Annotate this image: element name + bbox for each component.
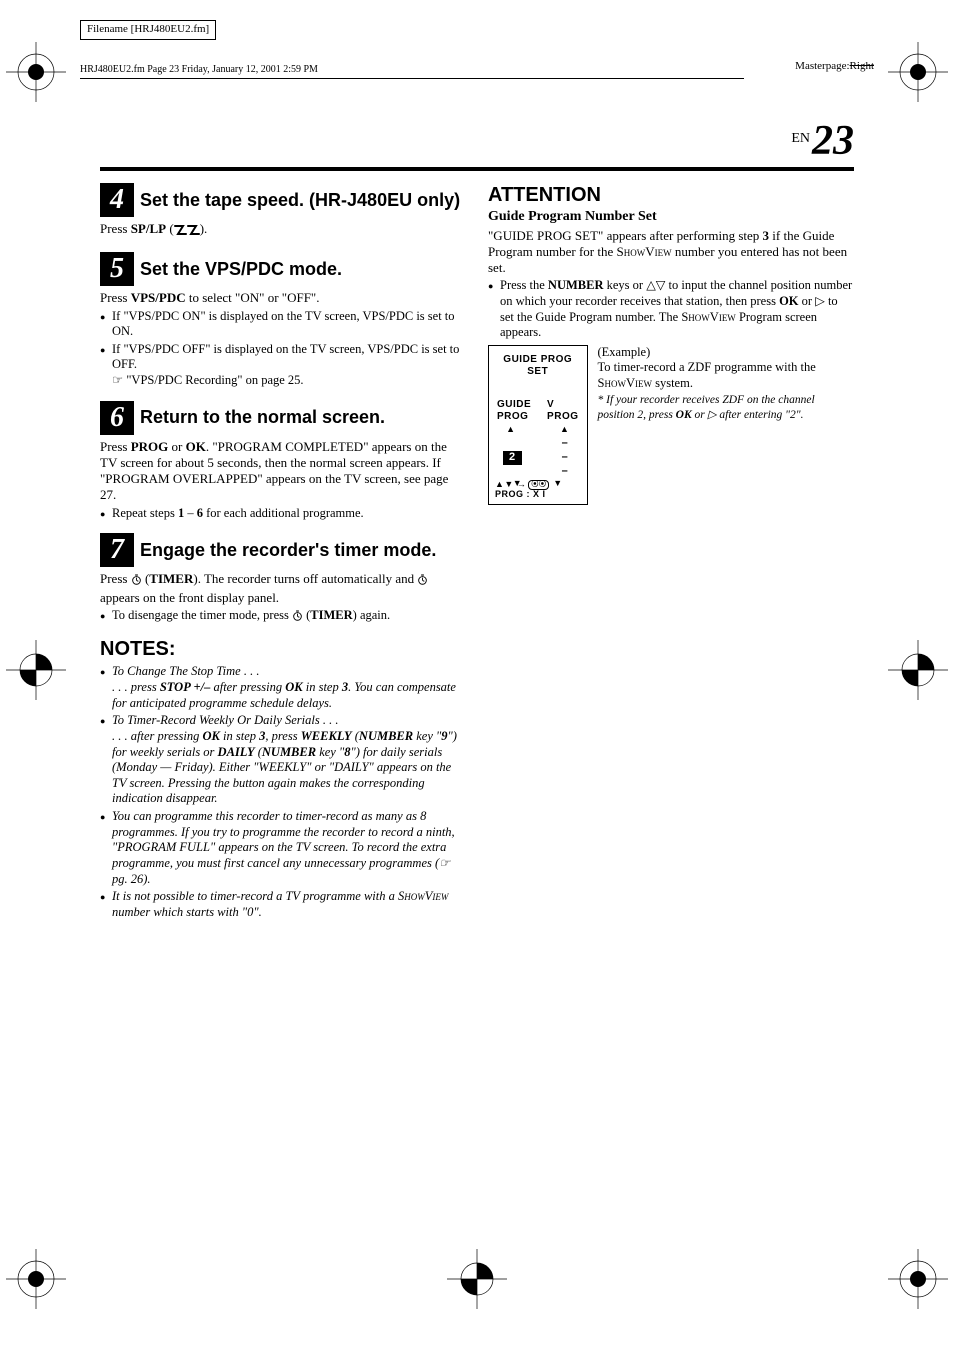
crop-mark-icon (6, 42, 66, 102)
masterpage-label: Masterpage:Right (795, 60, 874, 74)
timer-icon (417, 573, 428, 589)
list-item: If "VPS/PDC OFF" is displayed on the TV … (100, 342, 466, 389)
example-text: (Example) To timer-record a ZDF programm… (598, 345, 855, 423)
page-number-value: 23 (812, 118, 854, 164)
list-item: To Timer-Record Weekly Or Daily Serials … (100, 713, 466, 807)
crop-mark-icon (888, 42, 948, 102)
step-5: 5 Set the VPS/PDC mode. Press VPS/PDC to… (100, 252, 466, 388)
osd-arrow-icon: ▼ (553, 478, 562, 489)
step-number-badge: 7 (100, 533, 134, 567)
page-lang-label: EN (791, 131, 810, 146)
right-column: ATTENTION Guide Program Number Set "GUID… (488, 183, 854, 922)
list-item: Repeat steps 1 – 6 for each additional p… (100, 506, 466, 522)
page-number: EN23 (791, 115, 854, 168)
step-body: Press (TIMER). The recorder turns off au… (100, 571, 466, 606)
osd-footer: ▲▼ → ⦿⦿ PROG : X I (495, 480, 549, 500)
crop-mark-icon (6, 640, 66, 700)
list-item: To Change The Stop Time . . . . . . pres… (100, 664, 466, 711)
sp-lp-icon (174, 224, 200, 240)
step-title: Set the VPS/PDC mode. (140, 260, 342, 279)
timer-icon (292, 610, 303, 626)
attention-subheading: Guide Program Number Set (488, 208, 854, 226)
left-column: 4 Set the tape speed. (HR-J480EU only) P… (100, 183, 466, 922)
step-4: 4 Set the tape speed. (HR-J480EU only) P… (100, 183, 466, 240)
list-item: It is not possible to timer-record a TV … (100, 889, 466, 920)
masterpage-key: Masterpage: (795, 60, 849, 72)
right-triangle-icon: ▷ (708, 409, 717, 421)
notes-heading: NOTES: (100, 637, 466, 662)
list-item: You can programme this recorder to timer… (100, 809, 466, 887)
crop-mark-icon (447, 1249, 507, 1309)
list-item: If "VPS/PDC ON" is displayed on the TV s… (100, 309, 466, 340)
step-6: 6 Return to the normal screen. Press PRO… (100, 401, 466, 522)
list-item: To disengage the timer mode, press (TIME… (100, 608, 466, 626)
timer-icon (131, 573, 142, 589)
osd-screen: GUIDE PROG SET GUIDE PROG V PROG ▲ ▲ 2 – … (488, 345, 588, 505)
step-title: Engage the recorder's timer mode. (140, 541, 436, 560)
crop-mark-icon (888, 1249, 948, 1309)
osd-selected-value: 2 (503, 451, 522, 465)
step-number-badge: 6 (100, 401, 134, 435)
step-body: Press VPS/PDC to select "ON" or "OFF". (100, 290, 466, 306)
step-title: Set the tape speed. (HR-J480EU only) (140, 191, 460, 210)
running-header: HRJ480EU2.fm Page 23 Friday, January 12,… (80, 64, 744, 79)
step-number-badge: 4 (100, 183, 134, 217)
masterpage-value: Right (850, 60, 874, 72)
crop-mark-icon (6, 1249, 66, 1309)
filename-label: Filename [HRJ480EU2.fm] (80, 20, 216, 40)
step-title: Return to the normal screen. (140, 408, 385, 427)
osd-col-label: GUIDE PROG (497, 399, 547, 424)
right-triangle-icon: ▷ (815, 294, 825, 308)
attention-body: "GUIDE PROG SET" appears after performin… (488, 228, 854, 277)
osd-arrow-icon: ▲ (506, 424, 515, 435)
step-body: Press SP/LP (). (100, 221, 466, 240)
osd-arrow-icon: ▲ (560, 424, 569, 435)
step-number-badge: 5 (100, 252, 134, 286)
crop-mark-icon (888, 640, 948, 700)
osd-title: GUIDE PROG SET (495, 354, 581, 379)
up-down-triangle-icon: △▽ (646, 278, 665, 292)
step-body: Press PROG or OK. "PROGRAM COMPLETED" ap… (100, 439, 466, 504)
step-7: 7 Engage the recorder's timer mode. Pres… (100, 533, 466, 625)
attention-heading: ATTENTION (488, 183, 854, 208)
header-rule (100, 167, 854, 171)
list-item: Press the NUMBER keys or △▽ to input the… (488, 278, 854, 341)
osd-col-label: V PROG (547, 399, 578, 424)
osd-dashes: – – – (562, 437, 581, 478)
